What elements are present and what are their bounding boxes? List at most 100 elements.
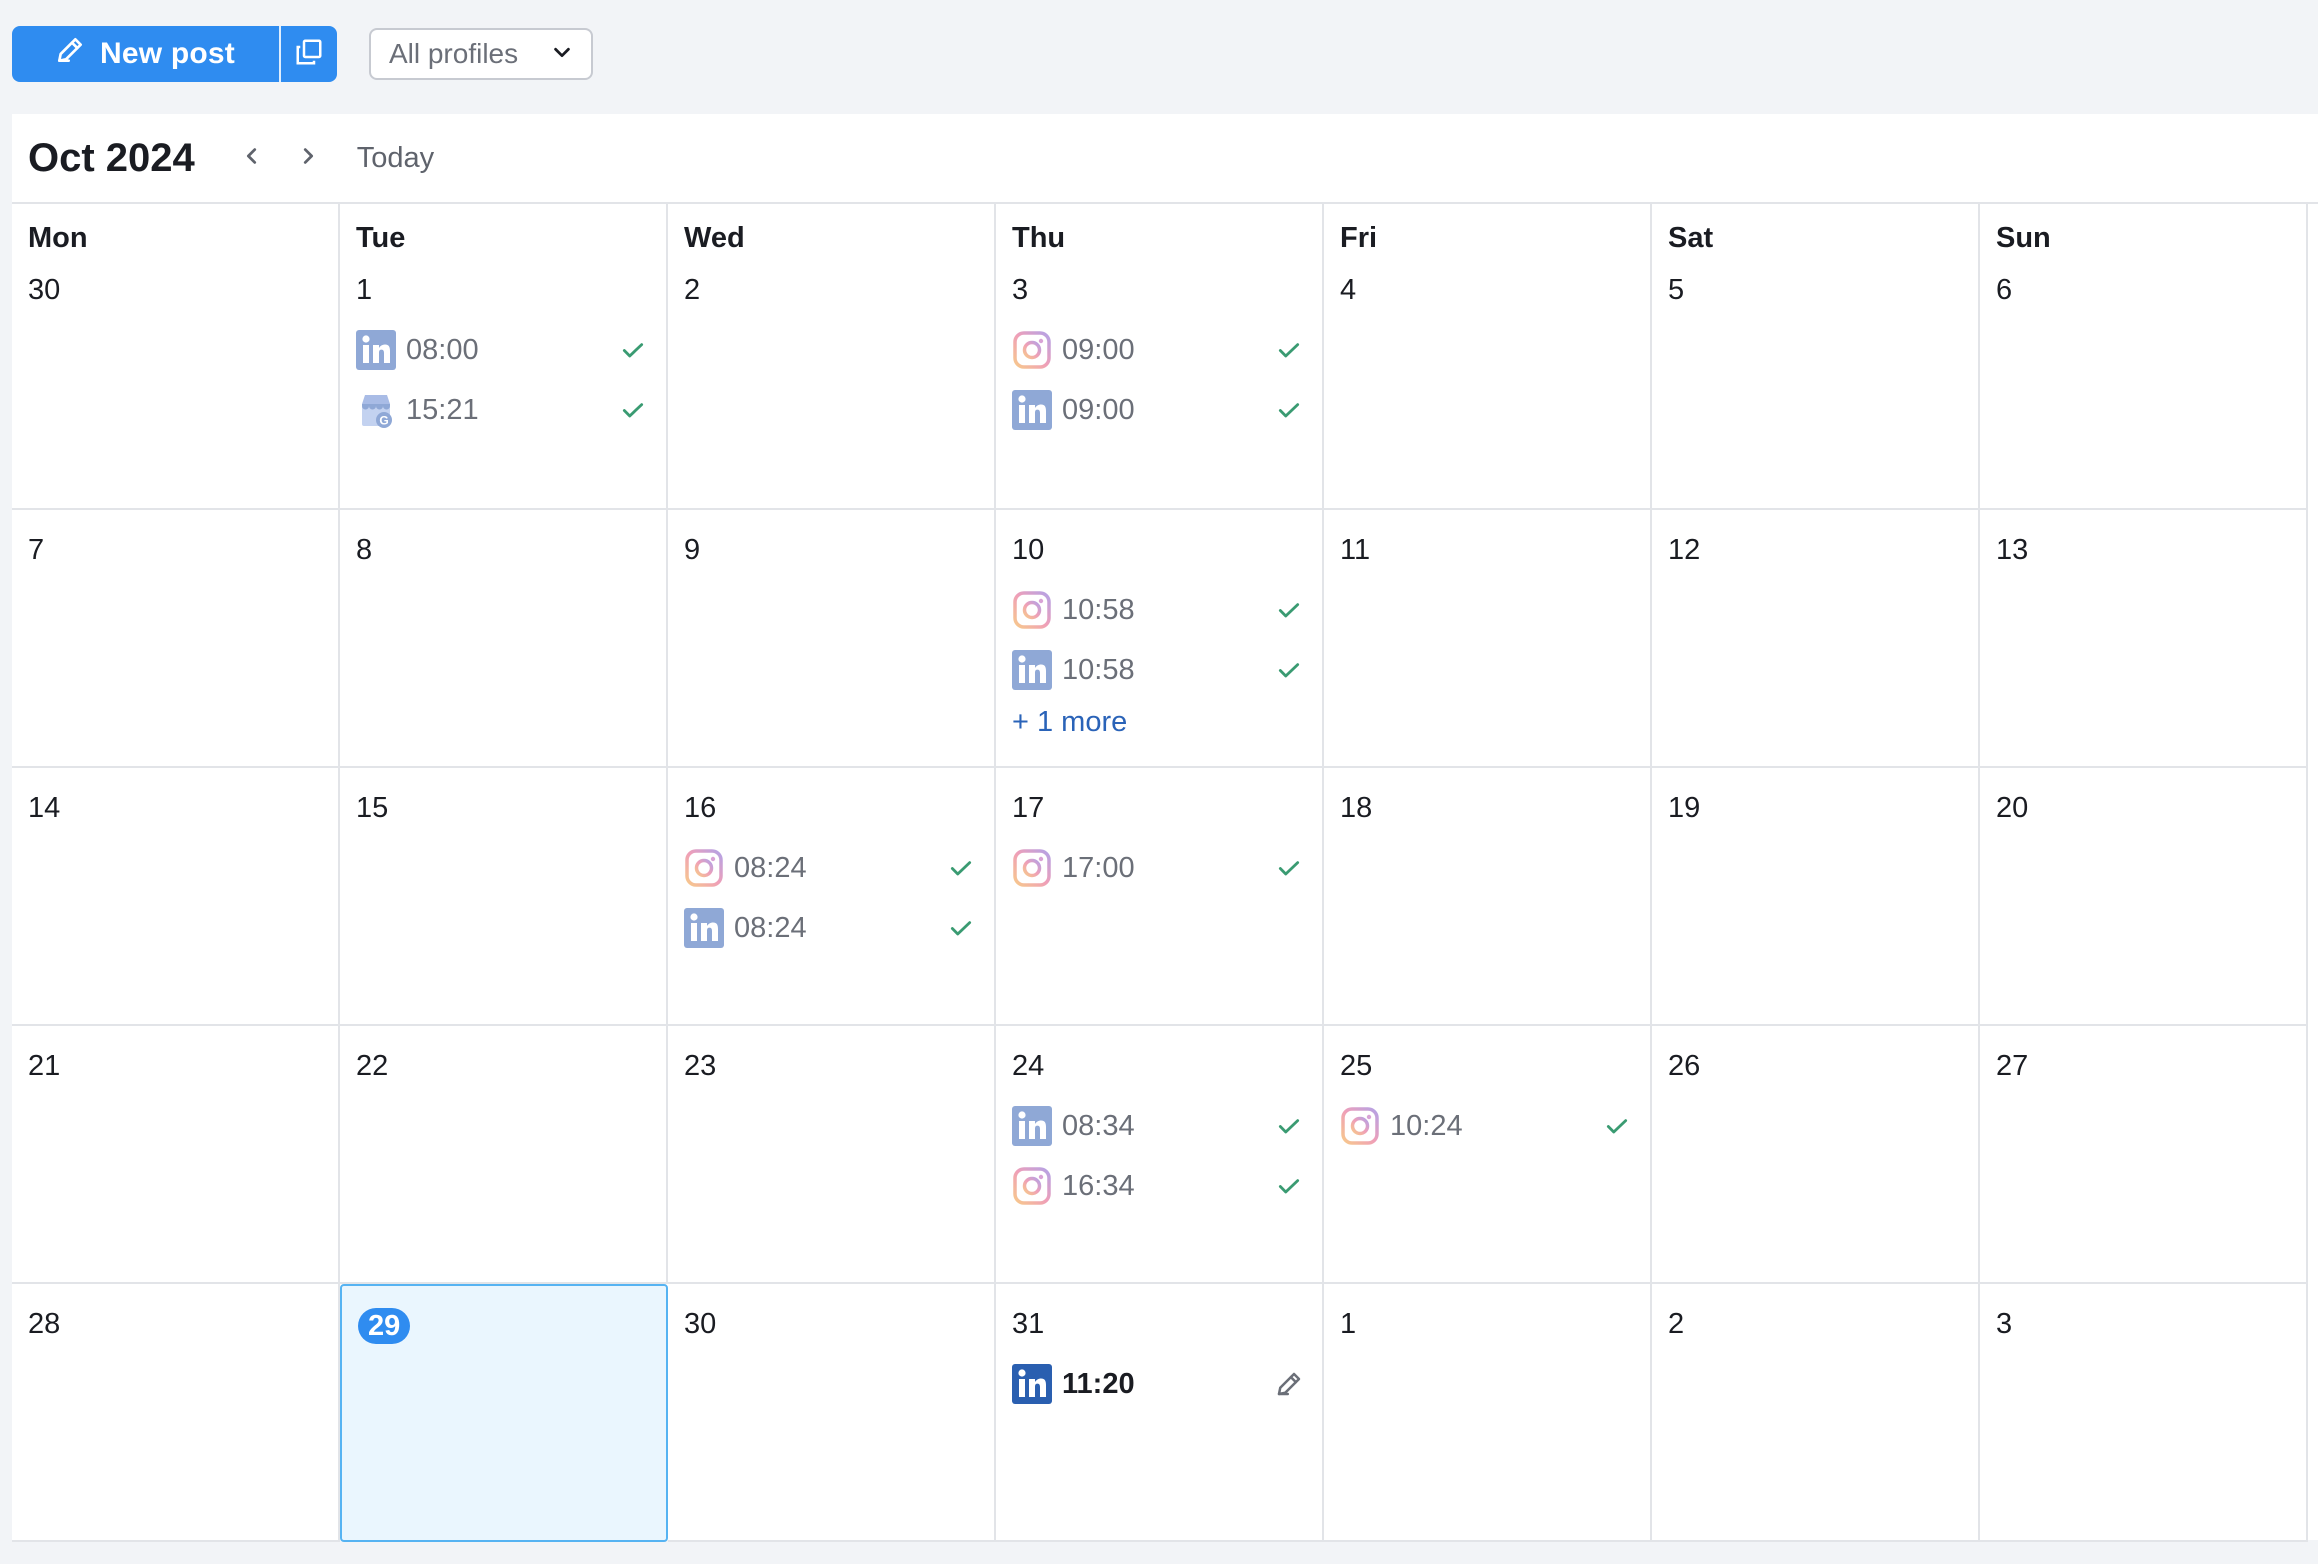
day-cell[interactable]: 27 <box>1980 1026 2308 1284</box>
chevron-right-icon <box>297 145 319 172</box>
day-number: 13 <box>1996 534 2029 566</box>
day-number: 20 <box>1996 792 2029 824</box>
today-button[interactable]: Today <box>357 142 434 175</box>
scheduled-post[interactable]: 08:24 <box>684 848 978 888</box>
day-cell[interactable]: 22 <box>340 1026 668 1284</box>
day-cell[interactable]: 3 <box>1980 1284 2308 1542</box>
month-title: Oct 2024 <box>28 135 195 180</box>
day-cell[interactable]: Sun 6 <box>1980 204 2308 510</box>
check-icon <box>1272 653 1306 687</box>
linkedin-icon <box>356 330 396 370</box>
scheduled-post[interactable]: 10:24 <box>1340 1106 1634 1146</box>
more-posts-link[interactable]: + 1 more <box>1012 706 1127 739</box>
day-cell[interactable]: 24 08:34 16:34 <box>996 1026 1324 1284</box>
day-cell[interactable]: Mon 30 <box>12 204 340 510</box>
day-number: 21 <box>28 1050 61 1082</box>
duplicate-post-button[interactable] <box>278 26 337 82</box>
day-cell[interactable]: 7 <box>12 510 340 768</box>
chevron-down-icon <box>551 38 573 70</box>
check-icon <box>1272 593 1306 627</box>
check-icon <box>616 393 650 427</box>
check-icon <box>616 333 650 367</box>
day-cell[interactable]: Thu 3 09:00 09:00 <box>996 204 1324 510</box>
chevron-left-icon <box>241 145 263 172</box>
day-cell[interactable]: 13 <box>1980 510 2308 768</box>
day-number: 9 <box>684 534 701 566</box>
day-cell-today[interactable]: 29 <box>340 1284 668 1542</box>
svg-text:G: G <box>379 414 388 428</box>
day-cell[interactable]: Wed 2 <box>668 204 996 510</box>
draft-post[interactable]: 11:20 <box>1012 1364 1306 1404</box>
post-time: 10:58 <box>1062 653 1135 686</box>
scheduled-post[interactable]: 08:00 <box>356 330 650 370</box>
weekday-label: Tue <box>356 222 406 254</box>
edit-pencil-icon[interactable] <box>1272 1367 1306 1401</box>
weekday-label: Wed <box>684 222 745 254</box>
day-cell[interactable]: 1 <box>1324 1284 1652 1542</box>
day-cell[interactable]: 30 <box>668 1284 996 1542</box>
day-cell[interactable]: Sat 5 <box>1652 204 1980 510</box>
day-cell[interactable]: 8 <box>340 510 668 768</box>
weekday-label: Thu <box>1012 222 1066 254</box>
day-cell[interactable]: 17 17:00 <box>996 768 1324 1026</box>
linkedin-icon <box>1012 390 1052 430</box>
scheduled-post[interactable]: 09:00 <box>1012 330 1306 370</box>
day-cell[interactable]: 14 <box>12 768 340 1026</box>
scheduled-post[interactable]: G 15:21 <box>356 390 650 430</box>
post-time: 08:00 <box>406 333 479 366</box>
scheduled-post[interactable]: 09:00 <box>1012 390 1306 430</box>
linkedin-icon <box>1012 650 1052 690</box>
day-cell[interactable]: 23 <box>668 1026 996 1284</box>
calendar-grid: Mon 30 Tue 1 08:00 G 15:21 Wed 2 Thu 3 0… <box>12 204 2308 1542</box>
day-cell[interactable]: 18 <box>1324 768 1652 1026</box>
day-cell[interactable]: 12 <box>1652 510 1980 768</box>
next-month-button[interactable] <box>285 135 331 181</box>
day-number: 23 <box>684 1050 717 1082</box>
day-number: 5 <box>1668 274 1685 306</box>
day-cell[interactable]: Fri 4 <box>1324 204 1652 510</box>
day-cell[interactable]: 9 <box>668 510 996 768</box>
day-cell[interactable]: 31 11:20 <box>996 1284 1324 1542</box>
calendar-header: Oct 2024 Today <box>12 114 2318 204</box>
day-cell[interactable]: 2 <box>1652 1284 1980 1542</box>
new-post-button-group: New post <box>12 26 337 82</box>
instagram-icon <box>684 848 724 888</box>
day-cell[interactable]: 21 <box>12 1026 340 1284</box>
post-time: 08:24 <box>734 851 807 884</box>
weekday-label: Sun <box>1996 222 2051 254</box>
day-number: 26 <box>1668 1050 1701 1082</box>
day-cell[interactable]: 20 <box>1980 768 2308 1026</box>
post-time: 08:34 <box>1062 1109 1135 1142</box>
post-time: 09:00 <box>1062 333 1135 366</box>
day-number: 8 <box>356 534 373 566</box>
day-cell[interactable]: 10 10:58 10:58 + 1 more <box>996 510 1324 768</box>
post-time: 09:00 <box>1062 393 1135 426</box>
day-cell[interactable]: 19 <box>1652 768 1980 1026</box>
day-cell[interactable]: Tue 1 08:00 G 15:21 <box>340 204 668 510</box>
check-icon <box>1272 851 1306 885</box>
previous-month-button[interactable] <box>229 135 275 181</box>
weekday-label: Sat <box>1668 222 1714 254</box>
profiles-dropdown[interactable]: All profiles <box>368 28 593 80</box>
day-cell[interactable]: 16 08:24 08:24 <box>668 768 996 1026</box>
scheduled-post[interactable]: 16:34 <box>1012 1166 1306 1206</box>
day-cell[interactable]: 15 <box>340 768 668 1026</box>
day-cell[interactable]: 26 <box>1652 1026 1980 1284</box>
post-time: 10:58 <box>1062 593 1135 626</box>
new-post-button[interactable]: New post <box>12 26 279 82</box>
day-cell[interactable]: 25 10:24 <box>1324 1026 1652 1284</box>
day-number: 2 <box>684 274 701 306</box>
day-number: 1 <box>356 274 373 306</box>
check-icon <box>1272 333 1306 367</box>
check-icon <box>1600 1109 1634 1143</box>
day-number: 30 <box>684 1308 717 1340</box>
day-number: 12 <box>1668 534 1701 566</box>
new-post-label: New post <box>100 37 235 70</box>
day-cell[interactable]: 28 <box>12 1284 340 1542</box>
scheduled-post[interactable]: 08:34 <box>1012 1106 1306 1146</box>
scheduled-post[interactable]: 10:58 <box>1012 590 1306 630</box>
scheduled-post[interactable]: 08:24 <box>684 908 978 948</box>
day-cell[interactable]: 11 <box>1324 510 1652 768</box>
scheduled-post[interactable]: 10:58 <box>1012 650 1306 690</box>
scheduled-post[interactable]: 17:00 <box>1012 848 1306 888</box>
